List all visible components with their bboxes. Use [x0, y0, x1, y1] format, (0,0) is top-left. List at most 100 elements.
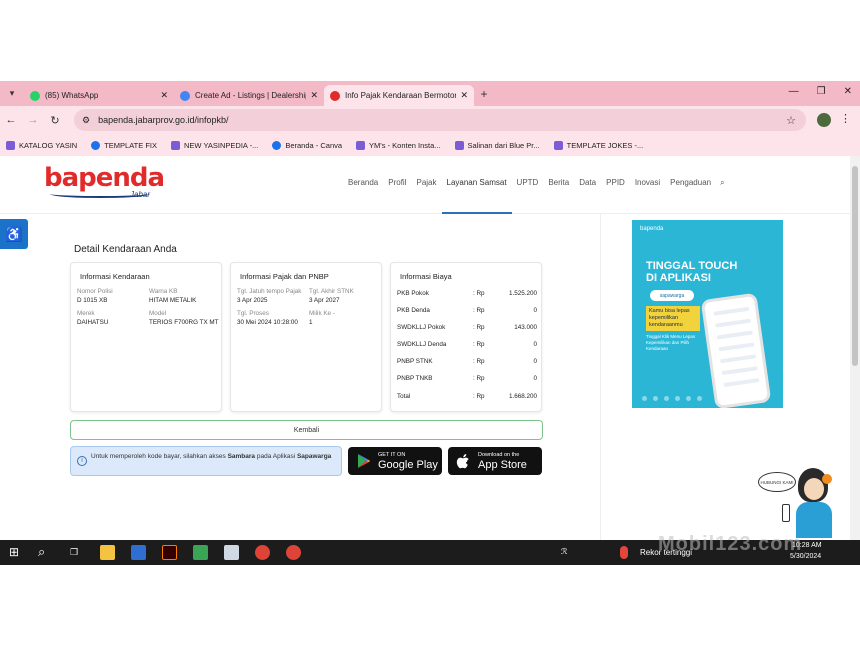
- banner-app-pill: sapawarga: [650, 290, 694, 301]
- back-button[interactable]: Kembali: [70, 420, 543, 440]
- listing-icon: [180, 90, 190, 101]
- field-value: 3 Apr 2027: [309, 297, 340, 304]
- nav-berita[interactable]: Berita: [543, 178, 574, 214]
- bookmark-item[interactable]: Salinan dari Blue Pr...: [454, 140, 540, 150]
- sapawarga-ad-banner[interactable]: bapenda TINGGAL TOUCH DI APLIKASI sapawa…: [632, 220, 783, 408]
- card-title: Informasi Biaya: [400, 272, 452, 281]
- forward-arrow-icon[interactable]: →: [22, 114, 44, 126]
- banner-social-icons: [642, 396, 702, 401]
- nav-pengaduan[interactable]: Pengaduan: [665, 178, 716, 214]
- tab-title: Info Pajak Kendaraan Bermotor: [345, 91, 457, 100]
- store-small-text: GET IT ON: [378, 451, 406, 458]
- scrollbar-thumb[interactable]: [852, 166, 858, 366]
- task-view-icon[interactable]: ❐: [70, 547, 78, 558]
- tab-info-pajak[interactable]: Info Pajak Kendaraan Bermotor ✕: [324, 85, 474, 106]
- site-header: bapenda Jabar Beranda Profil Pajak Layan…: [0, 156, 850, 214]
- file-explorer-icon[interactable]: [100, 545, 115, 560]
- field-label: Milik Ke -: [309, 310, 335, 317]
- illustrator-icon[interactable]: [162, 545, 177, 560]
- web-page: bapenda Jabar Beranda Profil Pajak Layan…: [0, 156, 850, 540]
- back-arrow-icon[interactable]: ←: [0, 114, 22, 126]
- address-bar[interactable]: ⚙ bapenda.jabarprov.go.id/infopkb/ ☆: [74, 109, 806, 131]
- field-nopol: Nomor Polisi D 1015 XB: [77, 288, 113, 304]
- app-plus-icon[interactable]: [131, 545, 146, 560]
- chrome-icon[interactable]: [286, 545, 301, 560]
- mascot-flower-icon: [822, 474, 832, 484]
- search-icon[interactable]: ⌕: [720, 178, 724, 214]
- bookmark-label: KATALOG YASIN: [19, 140, 78, 150]
- phone-ui-line: [720, 354, 757, 364]
- close-tab-icon[interactable]: ✕: [460, 90, 468, 101]
- windows-start-icon[interactable]: ⊞: [9, 546, 19, 558]
- bookmark-star-icon[interactable]: ☆: [786, 114, 796, 127]
- cost-value: 0: [533, 341, 537, 348]
- tab-search-icon[interactable]: ▾: [0, 81, 24, 106]
- tab-create-ad[interactable]: Create Ad - Listings | Dealership ✕: [174, 85, 324, 106]
- banner-headline-line2: DI APLIKASI: [646, 272, 711, 284]
- phone-illustration: [700, 292, 772, 408]
- phone-ui-line: [716, 330, 753, 340]
- close-tab-icon[interactable]: ✕: [310, 90, 318, 101]
- document-icon[interactable]: [224, 545, 239, 560]
- phone-ui-line: [714, 318, 752, 328]
- cost-currency: : Rp: [473, 324, 485, 331]
- contact-mascot[interactable]: HUBUNGI KAMI: [758, 468, 848, 538]
- mascot-face: [804, 478, 824, 500]
- restore-icon[interactable]: ❐: [817, 86, 826, 97]
- mobil123-watermark: Mobil123.com: [658, 533, 803, 555]
- canva-icon: [272, 140, 282, 150]
- nav-inovasi[interactable]: Inovasi: [630, 178, 665, 214]
- info-sapawarga: Sapawarga: [296, 453, 332, 460]
- bookmark-item[interactable]: YM's - Konten Insta...: [356, 140, 441, 150]
- bookmark-label: TEMPLATE JOKES -...: [566, 140, 644, 150]
- cost-info-card: Informasi Biaya PKB Pokok: Rp 1.525.200 P…: [390, 262, 542, 412]
- reload-icon[interactable]: ↻: [44, 114, 66, 127]
- nav-profil[interactable]: Profil: [383, 178, 411, 214]
- chrome-icon[interactable]: [255, 545, 270, 560]
- profile-avatar[interactable]: [817, 113, 831, 127]
- phone-ui-line: [718, 342, 755, 352]
- google-play-button[interactable]: GET IT ON Google Play: [348, 447, 442, 475]
- nav-uptd[interactable]: UPTD: [512, 178, 544, 214]
- bookmark-item[interactable]: TEMPLATE FIX: [91, 140, 157, 150]
- nav-layanan-samsat[interactable]: Layanan Samsat: [441, 178, 512, 214]
- close-window-icon[interactable]: ✕: [844, 86, 852, 97]
- search-icon[interactable]: ⌕: [38, 544, 45, 560]
- people-icon[interactable]: ℛ: [561, 547, 567, 556]
- url-text: bapenda.jabarprov.go.id/infopkb/: [98, 115, 229, 125]
- new-tab-button[interactable]: +: [474, 87, 494, 101]
- google-play-icon: [358, 454, 370, 468]
- close-tab-icon[interactable]: ✕: [160, 90, 168, 101]
- site-info-icon[interactable]: ⚙: [82, 115, 90, 126]
- field-akhir-stnk: Tgl. Akhir STNK 3 Apr 2027: [309, 288, 354, 304]
- minimize-icon[interactable]: —: [789, 86, 799, 97]
- field-label: Warna KB: [149, 288, 178, 295]
- bookmark-item[interactable]: Beranda - Canva: [272, 140, 342, 150]
- thermometer-icon: [620, 546, 628, 559]
- bookmark-icon: [171, 140, 181, 150]
- nav-beranda[interactable]: Beranda: [343, 178, 383, 214]
- banner-headline-line1: TINGGAL TOUCH: [646, 260, 738, 272]
- menu-kebab-icon[interactable]: ⋮: [840, 112, 851, 125]
- app-green-icon[interactable]: [193, 545, 208, 560]
- nav-ppid[interactable]: PPID: [601, 178, 630, 214]
- tab-whatsapp[interactable]: (85) WhatsApp ✕: [24, 85, 174, 106]
- cost-label: PNBP STNK: [397, 358, 433, 365]
- info-text: pada Aplikasi: [255, 453, 297, 460]
- nav-data[interactable]: Data: [574, 178, 601, 214]
- store-big-text: App Store: [478, 458, 527, 471]
- nav-pajak[interactable]: Pajak: [411, 178, 441, 214]
- bookmark-item[interactable]: NEW YASINPEDIA -...: [171, 140, 259, 150]
- bookmark-item[interactable]: KATALOG YASIN: [6, 140, 78, 150]
- field-label: Model: [149, 310, 167, 317]
- app-store-button[interactable]: Download on the App Store: [448, 447, 542, 475]
- cost-currency: : Rp: [473, 375, 485, 382]
- field-value: TERIOS F700RG TX MT: [149, 319, 219, 326]
- bookmark-label: NEW YASINPEDIA -...: [184, 140, 259, 150]
- mascot-phone-icon: [782, 504, 790, 522]
- info-text: Untuk memperoleh kode bayar, silahkan ak…: [91, 453, 228, 460]
- bookmark-item[interactable]: TEMPLATE JOKES -...: [553, 140, 644, 150]
- bapenda-logo[interactable]: bapenda Jabar: [44, 164, 168, 204]
- accessibility-icon[interactable]: ♿: [0, 219, 28, 249]
- banner-headline: TINGGAL TOUCH DI APLIKASI: [646, 260, 737, 284]
